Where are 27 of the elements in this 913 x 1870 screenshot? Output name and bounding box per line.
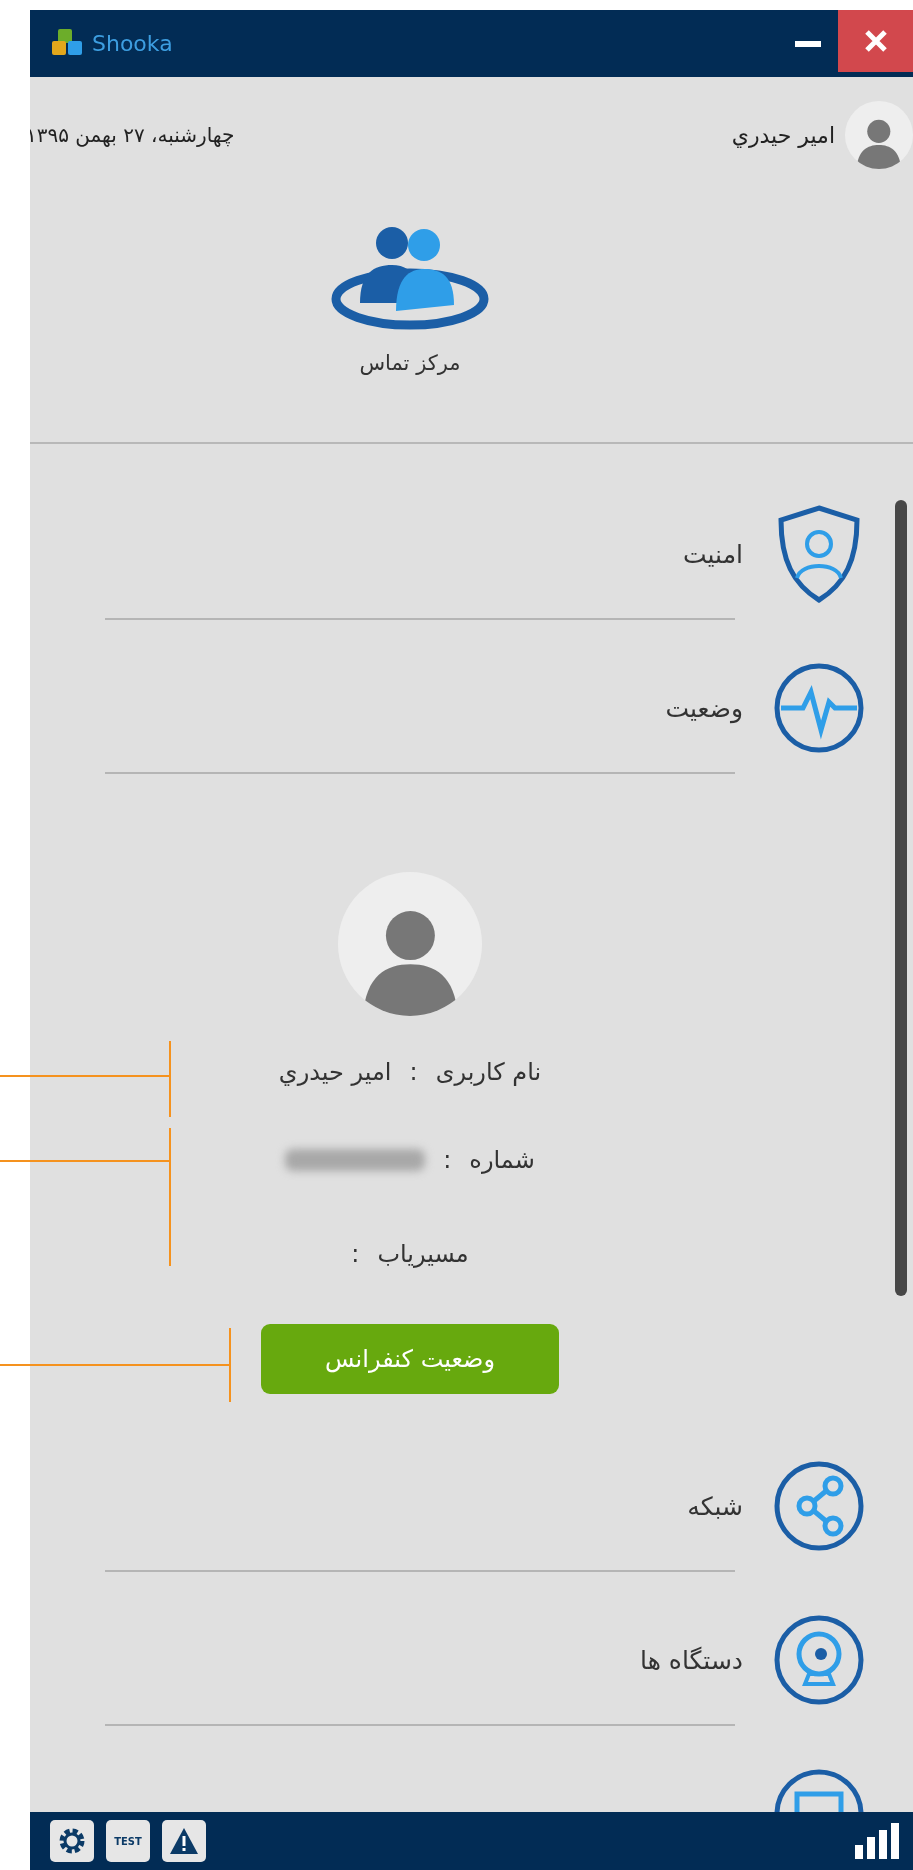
menu-item[interactable]: دستگاه ها bbox=[640, 1645, 743, 1675]
settings-button[interactable] bbox=[50, 1820, 94, 1862]
field-label: نام کاربری bbox=[435, 1058, 542, 1086]
warning-icon bbox=[168, 1826, 200, 1856]
minimize-icon bbox=[795, 40, 821, 47]
field-separator: : bbox=[351, 1240, 360, 1268]
window-title: Shooka bbox=[92, 31, 174, 56]
field-separator: : bbox=[443, 1146, 452, 1174]
field-label: شماره bbox=[469, 1146, 535, 1174]
signal-icon bbox=[855, 1823, 901, 1859]
menu-item[interactable]: وضعیت bbox=[665, 693, 743, 723]
menu-item[interactable]: شبکه bbox=[687, 1491, 743, 1521]
menu-item[interactable]: امنیت bbox=[683, 539, 743, 569]
section-label: مرکز تماس bbox=[359, 351, 461, 375]
field-label: مسيرياب bbox=[377, 1240, 469, 1268]
gear-icon bbox=[57, 1826, 87, 1856]
field-separator: : bbox=[409, 1058, 418, 1086]
close-button[interactable] bbox=[838, 10, 913, 72]
field-value: امير حيدري bbox=[278, 1058, 392, 1086]
pulse-icon bbox=[773, 662, 865, 754]
test-button[interactable]: TEST bbox=[106, 1820, 150, 1862]
user-name: امير حيدري bbox=[731, 122, 835, 148]
warning-button[interactable] bbox=[162, 1820, 206, 1862]
scrollbar[interactable] bbox=[895, 500, 907, 1296]
share-icon bbox=[773, 1460, 865, 1552]
webcam-icon bbox=[773, 1614, 865, 1706]
close-icon bbox=[863, 29, 888, 53]
